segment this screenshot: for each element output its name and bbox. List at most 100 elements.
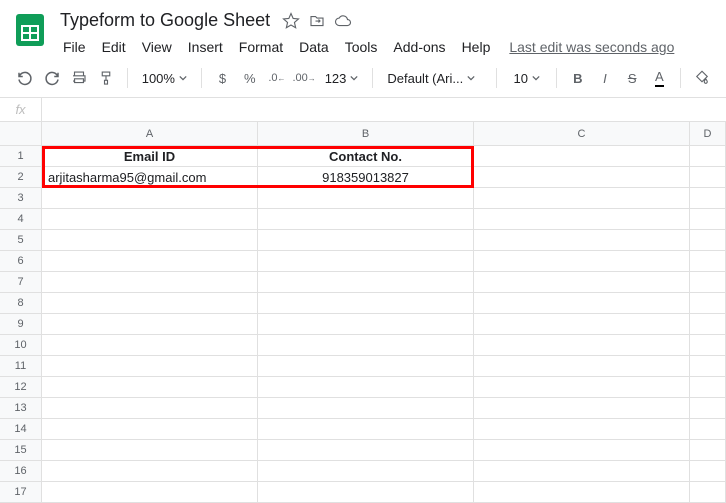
- cell[interactable]: [474, 440, 690, 461]
- cell[interactable]: [690, 167, 726, 188]
- cell[interactable]: [42, 377, 258, 398]
- row-header[interactable]: 4: [0, 209, 42, 230]
- row-header[interactable]: 10: [0, 335, 42, 356]
- cell[interactable]: [42, 314, 258, 335]
- cell[interactable]: [690, 419, 726, 440]
- decrease-decimal-button[interactable]: .0←: [264, 65, 289, 91]
- cell[interactable]: [258, 209, 474, 230]
- row-header[interactable]: 5: [0, 230, 42, 251]
- menu-insert[interactable]: Insert: [181, 35, 230, 59]
- italic-button[interactable]: I: [592, 65, 617, 91]
- cell[interactable]: [690, 377, 726, 398]
- menu-tools[interactable]: Tools: [338, 35, 385, 59]
- cell[interactable]: [42, 209, 258, 230]
- cell[interactable]: [42, 293, 258, 314]
- cell[interactable]: [690, 251, 726, 272]
- formula-input[interactable]: [42, 98, 726, 121]
- cell[interactable]: [474, 251, 690, 272]
- cell[interactable]: [690, 356, 726, 377]
- menu-view[interactable]: View: [135, 35, 179, 59]
- cell[interactable]: [258, 188, 474, 209]
- cell[interactable]: [474, 377, 690, 398]
- cell[interactable]: [690, 272, 726, 293]
- redo-button[interactable]: [39, 65, 64, 91]
- cell[interactable]: [258, 251, 474, 272]
- paint-format-button[interactable]: [94, 65, 119, 91]
- cell[interactable]: [690, 335, 726, 356]
- cell[interactable]: [474, 335, 690, 356]
- cell[interactable]: [42, 440, 258, 461]
- cell[interactable]: [474, 230, 690, 251]
- cell[interactable]: [42, 419, 258, 440]
- row-header[interactable]: 13: [0, 398, 42, 419]
- row-header[interactable]: 15: [0, 440, 42, 461]
- cell[interactable]: [258, 377, 474, 398]
- last-edit-link[interactable]: Last edit was seconds ago: [509, 39, 674, 55]
- cell[interactable]: [258, 356, 474, 377]
- cell[interactable]: [474, 167, 690, 188]
- row-header[interactable]: 2: [0, 167, 42, 188]
- row-header[interactable]: 16: [0, 461, 42, 482]
- row-header[interactable]: 1: [0, 146, 42, 167]
- cell[interactable]: [258, 398, 474, 419]
- cell[interactable]: Email ID: [42, 146, 258, 167]
- cell[interactable]: [690, 440, 726, 461]
- cell[interactable]: [42, 188, 258, 209]
- cell[interactable]: [474, 146, 690, 167]
- cell[interactable]: [42, 272, 258, 293]
- font-dropdown[interactable]: Default (Ari...: [381, 65, 488, 91]
- cell[interactable]: Contact No.: [258, 146, 474, 167]
- cell[interactable]: [474, 209, 690, 230]
- cell[interactable]: [474, 314, 690, 335]
- cell[interactable]: [42, 398, 258, 419]
- bold-button[interactable]: B: [565, 65, 590, 91]
- row-header[interactable]: 3: [0, 188, 42, 209]
- cell[interactable]: [474, 461, 690, 482]
- cell[interactable]: [258, 272, 474, 293]
- cell[interactable]: [258, 335, 474, 356]
- sheets-logo[interactable]: [12, 12, 48, 48]
- cell[interactable]: [474, 272, 690, 293]
- cloud-icon[interactable]: [334, 12, 352, 30]
- cell[interactable]: arjitasharma95@gmail.com: [42, 167, 258, 188]
- cell[interactable]: [474, 188, 690, 209]
- cell[interactable]: [42, 251, 258, 272]
- row-header[interactable]: 7: [0, 272, 42, 293]
- move-icon[interactable]: [308, 12, 326, 30]
- cell[interactable]: [42, 461, 258, 482]
- col-header[interactable]: A: [42, 122, 258, 146]
- menu-edit[interactable]: Edit: [95, 35, 133, 59]
- select-all-corner[interactable]: [0, 122, 42, 146]
- strike-button[interactable]: S: [620, 65, 645, 91]
- cell[interactable]: 918359013827: [258, 167, 474, 188]
- cell[interactable]: [690, 293, 726, 314]
- number-format-dropdown[interactable]: 123: [319, 65, 365, 91]
- col-header[interactable]: B: [258, 122, 474, 146]
- cell[interactable]: [42, 335, 258, 356]
- col-header[interactable]: D: [690, 122, 726, 146]
- cell[interactable]: [258, 293, 474, 314]
- print-button[interactable]: [66, 65, 91, 91]
- cell[interactable]: [474, 398, 690, 419]
- menu-format[interactable]: Format: [232, 35, 290, 59]
- menu-addons[interactable]: Add-ons: [386, 35, 452, 59]
- cell[interactable]: [690, 461, 726, 482]
- cell[interactable]: [690, 398, 726, 419]
- cell[interactable]: [258, 461, 474, 482]
- cell[interactable]: [690, 146, 726, 167]
- text-color-button[interactable]: A: [647, 65, 672, 91]
- cell[interactable]: [258, 440, 474, 461]
- currency-button[interactable]: $: [210, 65, 235, 91]
- menu-file[interactable]: File: [56, 35, 93, 59]
- star-icon[interactable]: [282, 12, 300, 30]
- cell[interactable]: [474, 293, 690, 314]
- cell[interactable]: [258, 419, 474, 440]
- percent-button[interactable]: %: [237, 65, 262, 91]
- cell[interactable]: [474, 419, 690, 440]
- font-size-dropdown[interactable]: 10: [505, 65, 548, 91]
- row-header[interactable]: 6: [0, 251, 42, 272]
- cell[interactable]: [690, 209, 726, 230]
- row-header[interactable]: 11: [0, 356, 42, 377]
- row-header[interactable]: 12: [0, 377, 42, 398]
- menu-data[interactable]: Data: [292, 35, 336, 59]
